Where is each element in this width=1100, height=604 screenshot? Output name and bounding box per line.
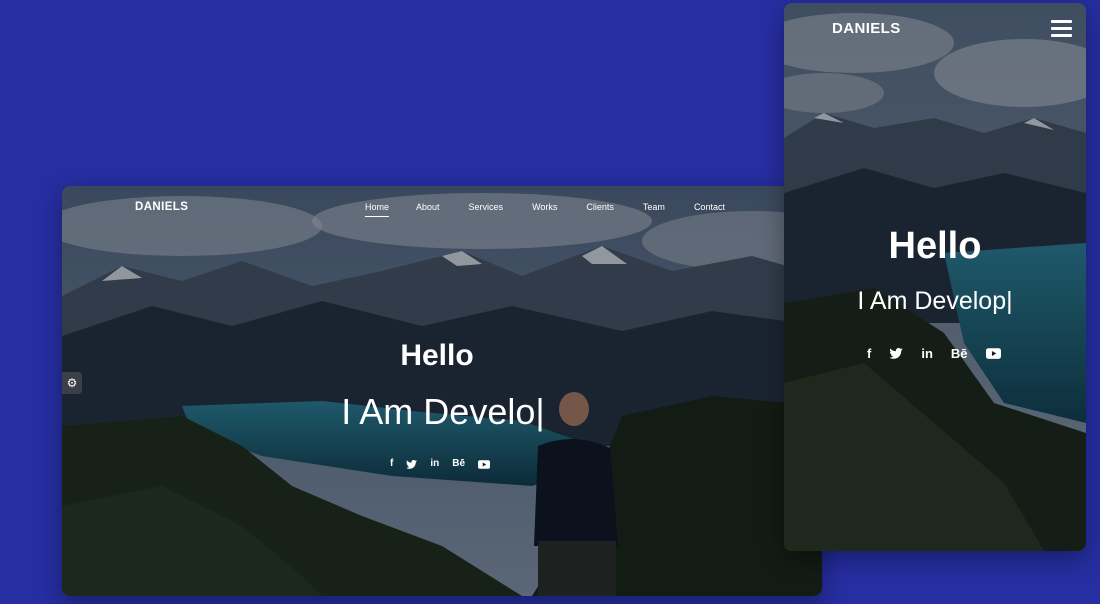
hero-role-prefix: I Am	[857, 287, 915, 315]
hero-greeting: Hello	[400, 339, 474, 372]
hamburger-icon[interactable]	[1051, 20, 1072, 37]
hero-role-prefix: I Am	[341, 391, 424, 432]
youtube-icon[interactable]	[478, 459, 491, 469]
mobile-preview: DANIELS Hello I Am Develop| f in Bē	[784, 3, 1086, 551]
hero-role-typed: Develop|	[914, 287, 1013, 315]
twitter-icon[interactable]	[406, 459, 418, 469]
twitter-icon[interactable]	[889, 348, 903, 359]
desktop-preview: DANIELS Home About Services Works Client…	[62, 186, 822, 596]
facebook-icon[interactable]: f	[390, 459, 393, 469]
brand-logo[interactable]: DANIELS	[832, 20, 901, 37]
main-nav: Home About Services Works Clients Team C…	[352, 202, 725, 217]
nav-home[interactable]: Home	[365, 202, 390, 217]
hero-greeting: Hello	[888, 225, 982, 267]
nav-about[interactable]: About	[416, 202, 440, 212]
hero-role: I Am Develop|	[784, 287, 1086, 316]
gear-icon[interactable]: ⚙	[62, 372, 82, 394]
dark-overlay	[784, 3, 1086, 551]
nav-works[interactable]: Works	[532, 202, 557, 212]
nav-contact[interactable]: Contact	[694, 202, 725, 212]
hero-role: I Am Develo|	[64, 391, 822, 433]
linkedin-icon[interactable]: in	[921, 347, 933, 360]
facebook-icon[interactable]: f	[867, 347, 871, 360]
youtube-icon[interactable]	[985, 348, 1001, 359]
social-links: f in Bē	[390, 459, 491, 469]
nav-team[interactable]: Team	[643, 202, 665, 212]
linkedin-icon[interactable]: in	[430, 459, 439, 469]
behance-icon[interactable]: Bē	[951, 347, 968, 360]
behance-icon[interactable]: Bē	[452, 459, 465, 469]
hero-role-typed: Develo|	[423, 391, 545, 432]
social-links: f in Bē	[867, 347, 1001, 360]
brand-logo[interactable]: DANIELS	[135, 201, 188, 213]
nav-clients[interactable]: Clients	[586, 202, 614, 212]
nav-services[interactable]: Services	[469, 202, 504, 212]
